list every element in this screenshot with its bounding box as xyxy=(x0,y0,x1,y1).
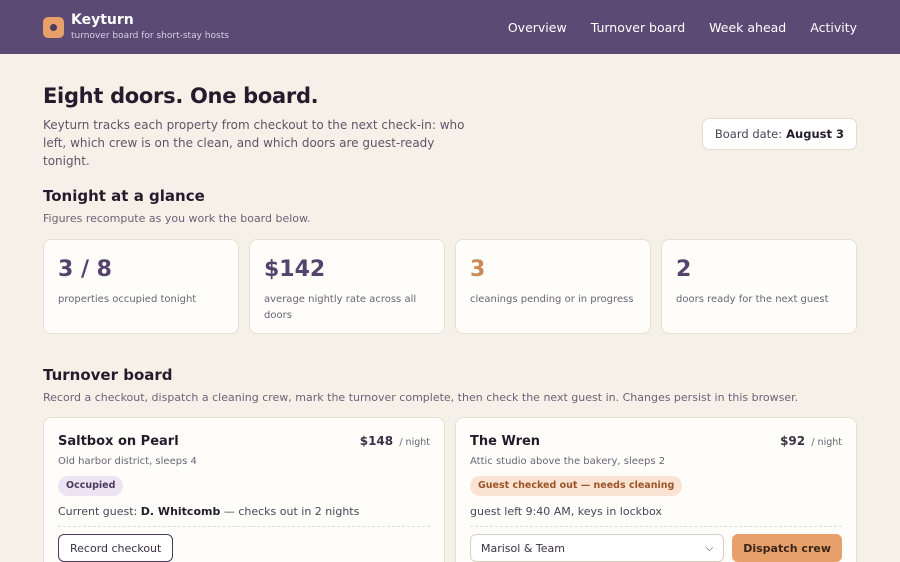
price-unit: / night xyxy=(399,437,430,448)
stat-value: 3 xyxy=(470,257,486,282)
note-suffix: — checks out in 2 nights xyxy=(223,505,360,518)
board-subtitle: Record a checkout, dispatch a cleaning c… xyxy=(43,391,799,404)
property-card-saltbox-on-pearl: Saltbox on Pearl $148 / night Old harbor… xyxy=(43,417,445,562)
board-date-label: Board date: xyxy=(714,127,783,141)
tonight-at-a-glance: Tonight at a glance Figures recompute as… xyxy=(43,187,857,334)
nav-turnover-board[interactable]: Turnover board xyxy=(591,20,685,35)
board-date[interactable]: Board date: August 3 xyxy=(701,118,857,150)
price-unit: / night xyxy=(811,437,842,448)
status-badge: Occupied xyxy=(58,476,124,496)
board-date-value: August 3 xyxy=(786,127,844,141)
property-price: $92 / night xyxy=(780,434,842,448)
turnover-board: Turnover board Record a checkout, dispat… xyxy=(43,366,857,562)
stat-average-rate: $142 average nightly rate across all doo… xyxy=(249,239,445,334)
stat-label: properties occupied tonight xyxy=(58,294,197,305)
property-description: Old harbor district, sleeps 4 xyxy=(58,456,197,467)
glance-title: Tonight at a glance xyxy=(43,187,205,205)
crew-select-value: Marisol & Team xyxy=(481,541,565,555)
board-title: Turnover board xyxy=(43,366,173,384)
top-bar: Keyturn turnover board for short-stay ho… xyxy=(0,0,900,54)
nav-week-ahead[interactable]: Week ahead xyxy=(709,20,786,35)
stat-occupied: 3 / 8 properties occupied tonight xyxy=(43,239,239,334)
glance-subtitle: Figures recompute as you work the board … xyxy=(43,212,311,225)
stat-doors-ready: 2 doors ready for the next guest xyxy=(661,239,857,334)
stat-value: 2 xyxy=(676,257,692,282)
record-checkout-button[interactable]: Record checkout xyxy=(58,534,174,562)
page-title: Eight doors. One board. xyxy=(43,84,319,108)
app-tagline: turnover board for short-stay hosts xyxy=(71,31,229,41)
page-description: Keyturn tracks each property from checko… xyxy=(43,118,465,168)
stat-label: doors ready for the next guest xyxy=(676,294,829,305)
stat-value: 3 / 8 xyxy=(58,257,112,282)
property-cards: Saltbox on Pearl $148 / night Old harbor… xyxy=(43,417,857,562)
guest-name: D. Whitcomb xyxy=(140,505,221,518)
dispatch-crew-button[interactable]: Dispatch crew xyxy=(732,534,842,562)
app-name: Keyturn xyxy=(71,12,134,28)
nav-activity[interactable]: Activity xyxy=(810,20,857,35)
checkout-note: guest left 9:40 AM, keys in lockbox xyxy=(470,505,842,527)
stat-cleanings-pending: 3 cleanings pending or in progress xyxy=(455,239,651,334)
price-value: $148 xyxy=(359,434,394,448)
main-nav: Overview Turnover board Week ahead Activ… xyxy=(484,20,857,35)
property-price: $148 / night xyxy=(360,434,430,448)
property-card-the-wren: The Wren $92 / night Attic studio above … xyxy=(455,417,857,562)
property-description: Attic studio above the bakery, sleeps 2 xyxy=(470,456,666,467)
nav-overview[interactable]: Overview xyxy=(508,20,567,35)
note-prefix: Current guest: xyxy=(58,505,138,518)
stats-row: 3 / 8 properties occupied tonight $142 a… xyxy=(43,239,857,334)
guest-note: Current guest: D. Whitcomb — checks out … xyxy=(58,505,430,527)
price-value: $92 xyxy=(780,434,806,448)
stat-value: $142 xyxy=(264,257,326,282)
keyturn-logo-icon xyxy=(43,16,64,38)
status-badge: Guest checked out — needs cleaning xyxy=(470,476,683,496)
brand[interactable]: Keyturn turnover board for short-stay ho… xyxy=(43,12,229,42)
stat-label: cleanings pending or in progress xyxy=(470,294,634,305)
chevron-down-icon: ⌵ xyxy=(705,542,714,554)
crew-select[interactable]: Marisol & Team ⌵ xyxy=(470,534,725,562)
property-name: Saltbox on Pearl xyxy=(58,434,179,449)
stat-label: average nightly rate across all doors xyxy=(264,294,417,321)
property-name: The Wren xyxy=(470,434,541,449)
hero: Eight doors. One board. Keyturn tracks e… xyxy=(43,84,857,170)
